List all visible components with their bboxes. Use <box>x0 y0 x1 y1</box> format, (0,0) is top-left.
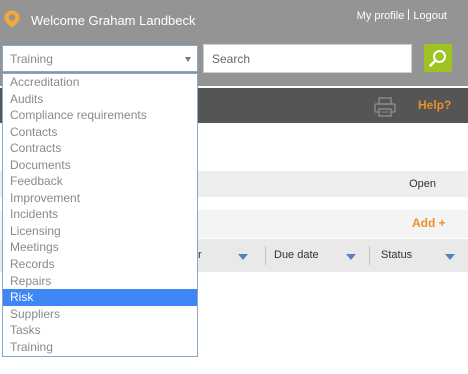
search-button[interactable] <box>424 44 452 72</box>
dropdown-option[interactable]: Records <box>3 256 197 273</box>
column-header-label: r <box>198 249 202 261</box>
module-dropdown-list: Accreditation Audits Compliance requirem… <box>2 73 198 357</box>
search-placeholder: Search <box>212 52 251 66</box>
column-header-status[interactable]: Status <box>370 239 468 272</box>
chevron-down-icon <box>185 57 191 62</box>
column-header-due-date[interactable]: Due date <box>266 239 369 272</box>
sort-down-icon <box>238 254 248 260</box>
user-links: My profile Logout <box>357 9 447 22</box>
printer-icon[interactable] <box>374 97 396 117</box>
dropdown-option[interactable]: Contacts <box>3 124 197 141</box>
column-header-label: Status <box>381 249 413 261</box>
sort-down-icon <box>346 254 356 260</box>
dropdown-option[interactable]: Incidents <box>3 206 197 223</box>
dropdown-option-selected[interactable]: Risk <box>3 289 197 306</box>
dropdown-option[interactable]: Improvement <box>3 190 197 207</box>
welcome-text: Welcome Graham Landbeck <box>31 13 196 28</box>
status-value: Open <box>409 178 436 190</box>
dropdown-option[interactable]: Repairs <box>3 273 197 290</box>
sort-down-icon <box>445 254 455 260</box>
search-input[interactable]: Search <box>203 44 412 73</box>
dropdown-option[interactable]: Training <box>3 339 197 356</box>
module-select[interactable]: Training <box>2 45 198 72</box>
top-bar: Welcome Graham Landbeck My profile Logout <box>0 0 468 38</box>
dropdown-option[interactable]: Contracts <box>3 140 197 157</box>
dropdown-option[interactable]: Audits <box>3 91 197 108</box>
help-link[interactable]: Help? <box>418 98 451 112</box>
module-select-value: Training <box>10 52 53 66</box>
dropdown-option[interactable]: Suppliers <box>3 306 197 323</box>
dropdown-option[interactable]: Accreditation <box>3 74 197 91</box>
logout-link[interactable]: Logout <box>413 10 447 22</box>
dropdown-option[interactable]: Meetings <box>3 239 197 256</box>
dropdown-option[interactable]: Documents <box>3 157 197 174</box>
search-icon <box>429 50 446 67</box>
column-header-partial[interactable]: r <box>190 239 265 272</box>
dropdown-option[interactable]: Compliance requirements <box>3 107 197 124</box>
column-header-label: Due date <box>274 249 319 261</box>
dropdown-option[interactable]: Tasks <box>3 322 197 339</box>
add-button[interactable]: Add + <box>412 216 446 230</box>
dropdown-option[interactable]: Licensing <box>3 223 197 240</box>
my-profile-link[interactable]: My profile <box>357 10 405 22</box>
location-pin-icon <box>4 10 20 28</box>
dropdown-option[interactable]: Feedback <box>3 173 197 190</box>
link-divider <box>408 9 410 20</box>
